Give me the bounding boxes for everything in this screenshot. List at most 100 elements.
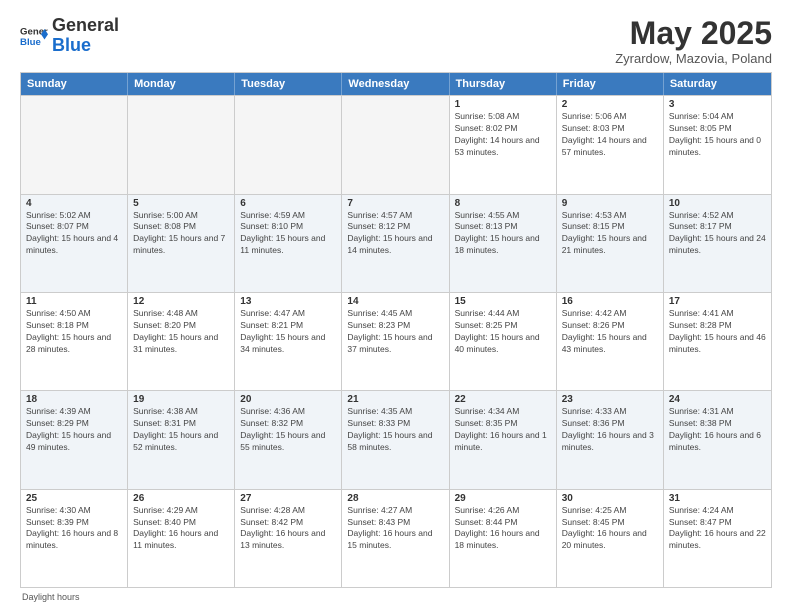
day-info: Sunrise: 4:55 AM Sunset: 8:13 PM Dayligh… [455,210,551,258]
day-info: Sunrise: 4:52 AM Sunset: 8:17 PM Dayligh… [669,210,766,258]
calendar-row: 4Sunrise: 5:02 AM Sunset: 8:07 PM Daylig… [21,194,771,292]
calendar-cell: 20Sunrise: 4:36 AM Sunset: 8:32 PM Dayli… [235,391,342,488]
calendar-row: 1Sunrise: 5:08 AM Sunset: 8:02 PM Daylig… [21,95,771,193]
day-number: 3 [669,99,766,110]
day-info: Sunrise: 4:36 AM Sunset: 8:32 PM Dayligh… [240,406,336,454]
month-title: May 2025 [615,16,772,51]
calendar-cell [235,96,342,193]
calendar-row: 25Sunrise: 4:30 AM Sunset: 8:39 PM Dayli… [21,489,771,587]
calendar-cell: 18Sunrise: 4:39 AM Sunset: 8:29 PM Dayli… [21,391,128,488]
calendar-header-cell: Friday [557,73,664,95]
calendar-cell: 7Sunrise: 4:57 AM Sunset: 8:12 PM Daylig… [342,195,449,292]
calendar-header: SundayMondayTuesdayWednesdayThursdayFrid… [21,73,771,95]
day-number: 12 [133,296,229,307]
calendar-cell: 13Sunrise: 4:47 AM Sunset: 8:21 PM Dayli… [235,293,342,390]
logo-icon: General Blue [20,22,48,50]
day-info: Sunrise: 4:29 AM Sunset: 8:40 PM Dayligh… [133,505,229,553]
day-number: 23 [562,394,658,405]
day-number: 18 [26,394,122,405]
day-number: 29 [455,493,551,504]
calendar-cell: 8Sunrise: 4:55 AM Sunset: 8:13 PM Daylig… [450,195,557,292]
header: General Blue General Blue May 2025 Zyrar… [20,16,772,66]
day-info: Sunrise: 5:04 AM Sunset: 8:05 PM Dayligh… [669,111,766,159]
day-info: Sunrise: 4:45 AM Sunset: 8:23 PM Dayligh… [347,308,443,356]
day-number: 8 [455,198,551,209]
logo-text: General Blue [52,16,119,56]
day-number: 6 [240,198,336,209]
calendar-cell: 30Sunrise: 4:25 AM Sunset: 8:45 PM Dayli… [557,490,664,587]
calendar-cell: 25Sunrise: 4:30 AM Sunset: 8:39 PM Dayli… [21,490,128,587]
calendar-cell: 17Sunrise: 4:41 AM Sunset: 8:28 PM Dayli… [664,293,771,390]
day-number: 25 [26,493,122,504]
day-info: Sunrise: 4:47 AM Sunset: 8:21 PM Dayligh… [240,308,336,356]
calendar-cell: 21Sunrise: 4:35 AM Sunset: 8:33 PM Dayli… [342,391,449,488]
calendar-cell: 2Sunrise: 5:06 AM Sunset: 8:03 PM Daylig… [557,96,664,193]
day-info: Sunrise: 4:41 AM Sunset: 8:28 PM Dayligh… [669,308,766,356]
title-block: May 2025 Zyrardow, Mazovia, Poland [615,16,772,66]
calendar-cell: 4Sunrise: 5:02 AM Sunset: 8:07 PM Daylig… [21,195,128,292]
day-number: 5 [133,198,229,209]
calendar-cell: 1Sunrise: 5:08 AM Sunset: 8:02 PM Daylig… [450,96,557,193]
day-info: Sunrise: 4:48 AM Sunset: 8:20 PM Dayligh… [133,308,229,356]
svg-text:Blue: Blue [20,37,41,48]
day-number: 16 [562,296,658,307]
calendar-cell: 28Sunrise: 4:27 AM Sunset: 8:43 PM Dayli… [342,490,449,587]
day-number: 27 [240,493,336,504]
calendar-row: 11Sunrise: 4:50 AM Sunset: 8:18 PM Dayli… [21,292,771,390]
day-number: 11 [26,296,122,307]
calendar-cell: 10Sunrise: 4:52 AM Sunset: 8:17 PM Dayli… [664,195,771,292]
day-number: 28 [347,493,443,504]
day-info: Sunrise: 4:44 AM Sunset: 8:25 PM Dayligh… [455,308,551,356]
calendar-cell: 3Sunrise: 5:04 AM Sunset: 8:05 PM Daylig… [664,96,771,193]
day-info: Sunrise: 4:38 AM Sunset: 8:31 PM Dayligh… [133,406,229,454]
calendar-cell: 24Sunrise: 4:31 AM Sunset: 8:38 PM Dayli… [664,391,771,488]
calendar-cell: 5Sunrise: 5:00 AM Sunset: 8:08 PM Daylig… [128,195,235,292]
calendar-cell [128,96,235,193]
calendar-cell: 16Sunrise: 4:42 AM Sunset: 8:26 PM Dayli… [557,293,664,390]
calendar-cell: 6Sunrise: 4:59 AM Sunset: 8:10 PM Daylig… [235,195,342,292]
calendar-row: 18Sunrise: 4:39 AM Sunset: 8:29 PM Dayli… [21,390,771,488]
calendar-cell: 19Sunrise: 4:38 AM Sunset: 8:31 PM Dayli… [128,391,235,488]
day-info: Sunrise: 4:24 AM Sunset: 8:47 PM Dayligh… [669,505,766,553]
day-number: 19 [133,394,229,405]
day-number: 13 [240,296,336,307]
day-info: Sunrise: 4:31 AM Sunset: 8:38 PM Dayligh… [669,406,766,454]
day-number: 1 [455,99,551,110]
calendar-cell: 31Sunrise: 4:24 AM Sunset: 8:47 PM Dayli… [664,490,771,587]
logo-general: General [52,15,119,35]
calendar-cell: 15Sunrise: 4:44 AM Sunset: 8:25 PM Dayli… [450,293,557,390]
day-number: 15 [455,296,551,307]
calendar-cell: 9Sunrise: 4:53 AM Sunset: 8:15 PM Daylig… [557,195,664,292]
calendar-body: 1Sunrise: 5:08 AM Sunset: 8:02 PM Daylig… [21,95,771,587]
day-number: 17 [669,296,766,307]
day-info: Sunrise: 4:53 AM Sunset: 8:15 PM Dayligh… [562,210,658,258]
calendar-cell: 22Sunrise: 4:34 AM Sunset: 8:35 PM Dayli… [450,391,557,488]
calendar-header-cell: Thursday [450,73,557,95]
day-number: 2 [562,99,658,110]
day-info: Sunrise: 4:27 AM Sunset: 8:43 PM Dayligh… [347,505,443,553]
calendar: SundayMondayTuesdayWednesdayThursdayFrid… [20,72,772,588]
day-info: Sunrise: 4:39 AM Sunset: 8:29 PM Dayligh… [26,406,122,454]
day-info: Sunrise: 4:33 AM Sunset: 8:36 PM Dayligh… [562,406,658,454]
day-info: Sunrise: 4:30 AM Sunset: 8:39 PM Dayligh… [26,505,122,553]
day-info: Sunrise: 5:02 AM Sunset: 8:07 PM Dayligh… [26,210,122,258]
day-info: Sunrise: 4:25 AM Sunset: 8:45 PM Dayligh… [562,505,658,553]
day-number: 31 [669,493,766,504]
calendar-header-cell: Monday [128,73,235,95]
calendar-header-cell: Sunday [21,73,128,95]
day-number: 4 [26,198,122,209]
day-number: 9 [562,198,658,209]
location-subtitle: Zyrardow, Mazovia, Poland [615,51,772,66]
day-info: Sunrise: 4:57 AM Sunset: 8:12 PM Dayligh… [347,210,443,258]
day-number: 22 [455,394,551,405]
calendar-cell: 29Sunrise: 4:26 AM Sunset: 8:44 PM Dayli… [450,490,557,587]
day-number: 21 [347,394,443,405]
calendar-cell: 26Sunrise: 4:29 AM Sunset: 8:40 PM Dayli… [128,490,235,587]
calendar-header-cell: Wednesday [342,73,449,95]
day-info: Sunrise: 4:34 AM Sunset: 8:35 PM Dayligh… [455,406,551,454]
calendar-cell: 12Sunrise: 4:48 AM Sunset: 8:20 PM Dayli… [128,293,235,390]
day-number: 7 [347,198,443,209]
calendar-cell: 27Sunrise: 4:28 AM Sunset: 8:42 PM Dayli… [235,490,342,587]
day-number: 10 [669,198,766,209]
footer: Daylight hours [20,592,772,602]
